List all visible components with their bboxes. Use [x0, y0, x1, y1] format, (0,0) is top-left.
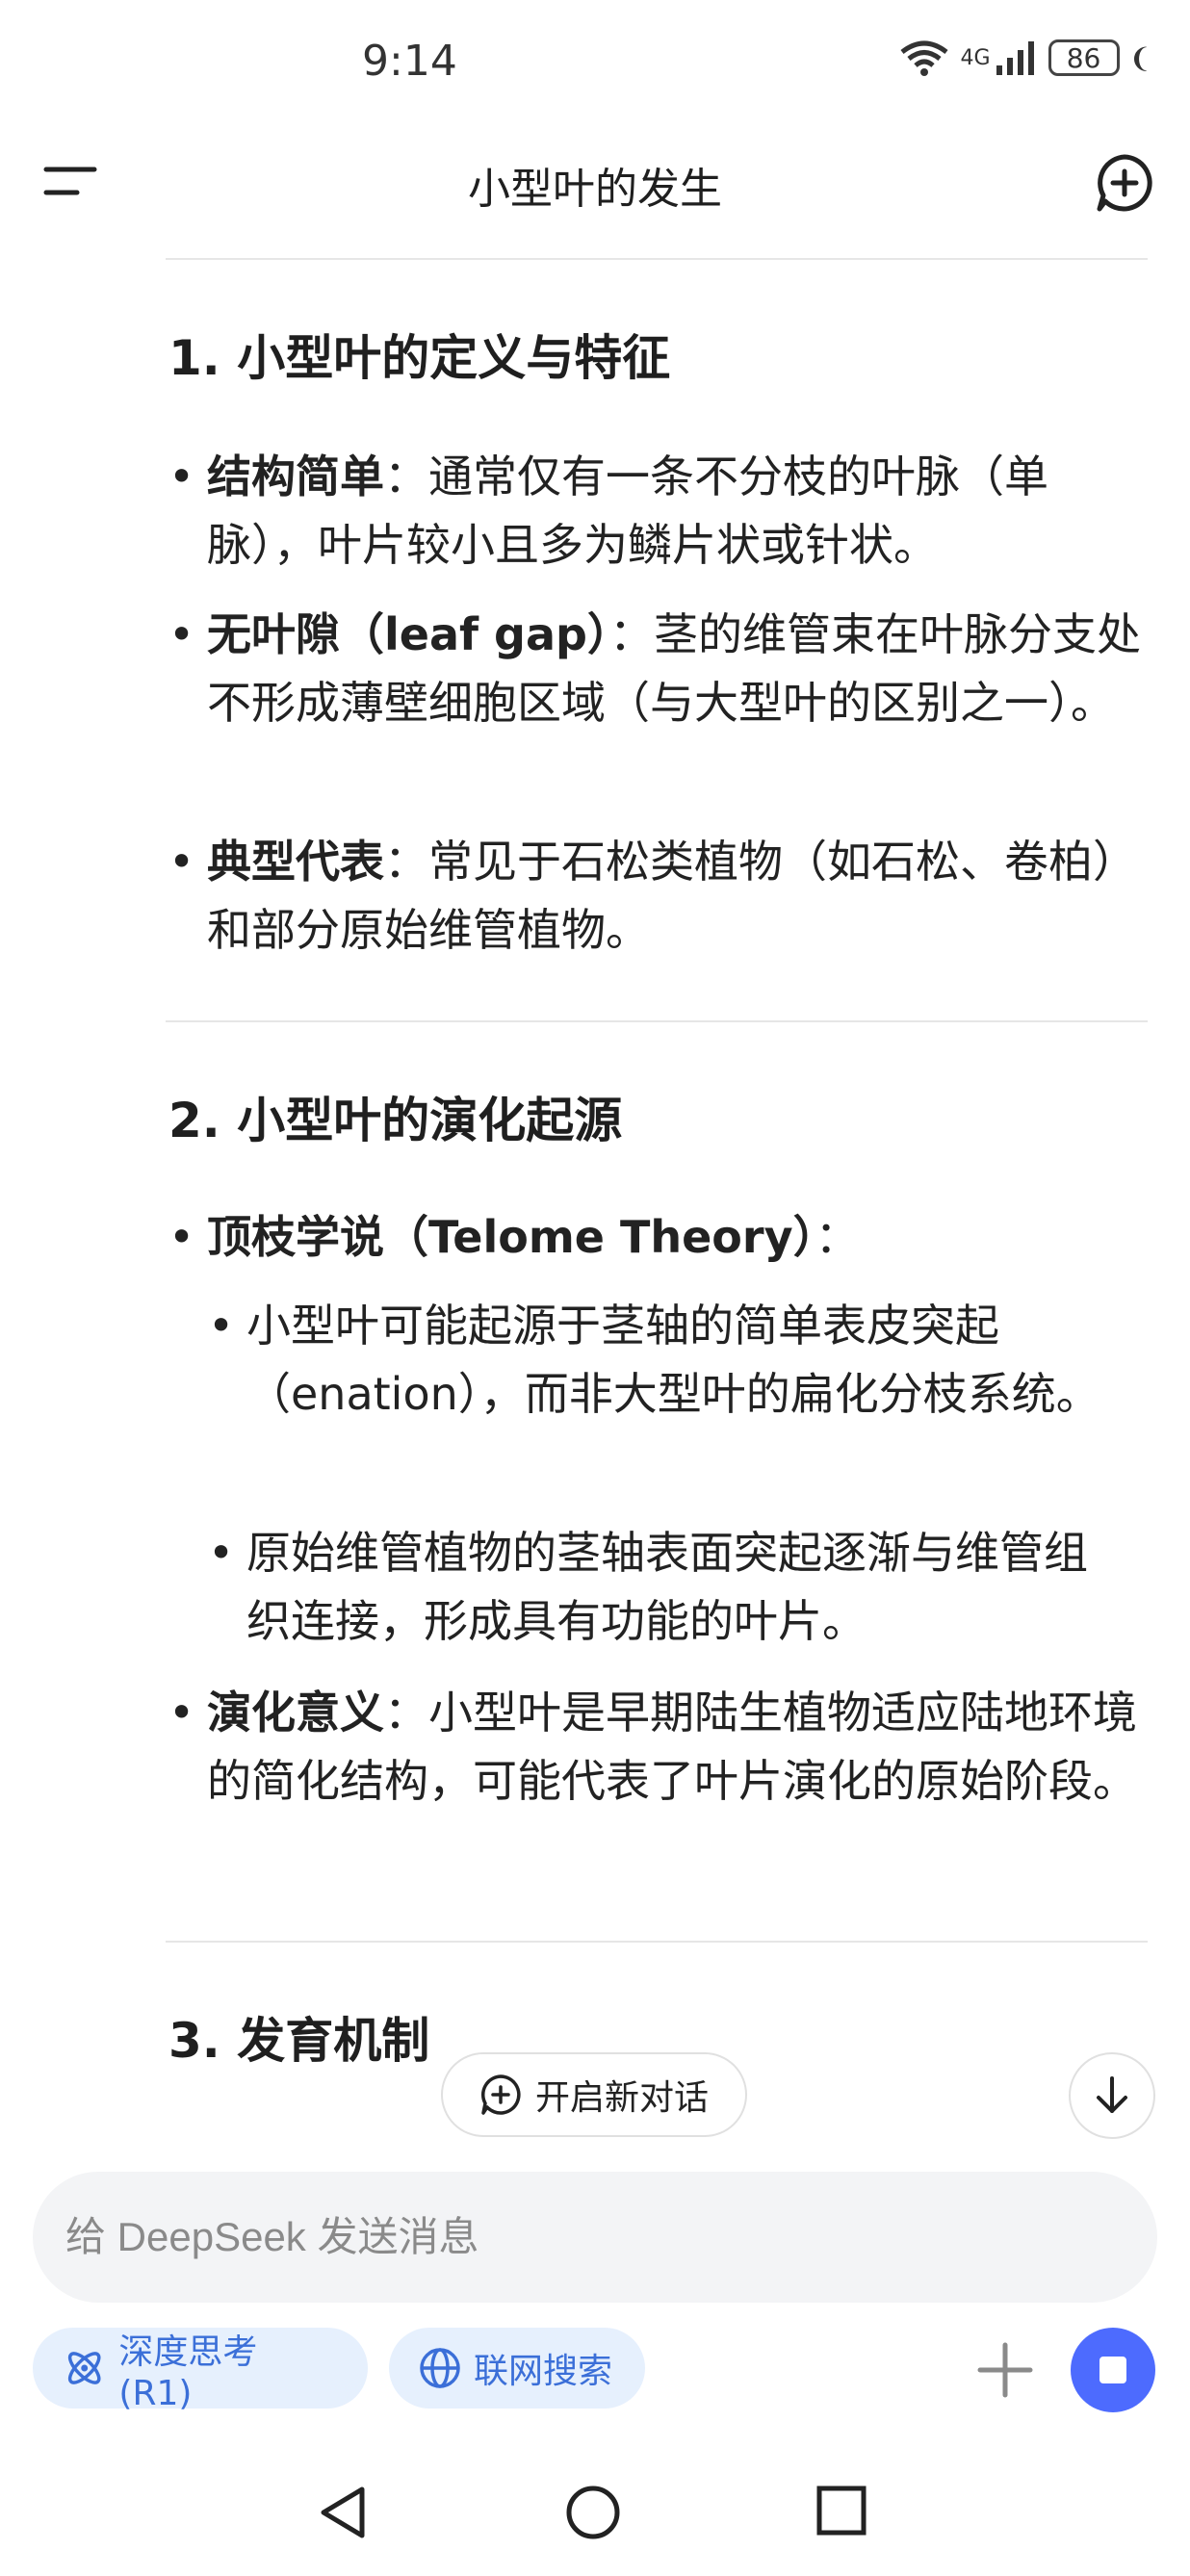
atom-icon: [67, 2352, 101, 2384]
arrow-down-icon: [1097, 2076, 1127, 2113]
list-item: • 结构简单：通常仅有一条不分枝的叶脉（单脉），叶片较小且多为鳞片状或针状。: [168, 443, 1146, 580]
divider: [166, 1941, 1148, 1943]
status-icons: 4G 86 ❨: [898, 39, 1151, 77]
sub-item-text: 小型叶可能起源于茎轴的简单表皮突起（enation），而非大型叶的扁化分枝系统。: [246, 1300, 1100, 1420]
divider: [166, 1020, 1148, 1022]
charging-icon: ❨: [1128, 41, 1151, 74]
deepthink-label: 深度思考 (R1): [118, 2331, 258, 2413]
list-item: • 无叶隙（leaf gap）：茎的维管束在叶脉分支处不形成薄壁细胞区域（与大型…: [168, 601, 1146, 737]
list-item: • 演化意义：小型叶是早期陆生植物适应陆地环境的简化结构，可能代表了叶片演化的原…: [168, 1679, 1146, 1816]
battery-indicator: 86: [1048, 39, 1120, 76]
sub-list-item: • 原始维管植物的茎轴表面突起逐渐与维管组织连接，形成具有功能的叶片。: [208, 1519, 1108, 1656]
sub-item-text: 原始维管植物的茎轴表面突起逐渐与维管组织连接，形成具有功能的叶片。: [246, 1527, 1088, 1647]
page-title: 小型叶的发生: [468, 165, 722, 214]
web-search-label: 联网搜索: [474, 2352, 613, 2391]
deepthink-toggle[interactable]: 深度思考 (R1): [33, 2328, 368, 2413]
item-term: 无叶隙（leaf gap）: [207, 608, 609, 660]
bullet: •: [208, 1300, 235, 1352]
item-term: 结构简单: [207, 451, 384, 502]
new-chat-icon[interactable]: [1094, 152, 1155, 218]
stop-icon: [1099, 2357, 1126, 2383]
bullet: •: [168, 451, 195, 502]
item-term: 演化意义: [207, 1687, 384, 1739]
item-term: 典型代表: [207, 836, 384, 888]
list-item: • 典型代表：常见于石松类植物（如石松、卷柏）和部分原始维管植物。: [168, 828, 1146, 965]
signal-icon: [996, 41, 1034, 75]
scroll-down-button[interactable]: [1069, 2052, 1155, 2139]
new-chat-button[interactable]: 开启新对话: [441, 2052, 747, 2137]
globe-icon: [420, 2348, 460, 2388]
divider: [166, 258, 1148, 260]
section-heading: 1. 小型叶的定义与特征: [168, 330, 671, 386]
back-icon[interactable]: [316, 2484, 370, 2545]
bullet: •: [168, 836, 195, 888]
home-icon[interactable]: [564, 2484, 622, 2545]
bullet: •: [208, 1527, 235, 1579]
sub-list-item: • 小型叶可能起源于茎轴的简单表皮突起（enation），而非大型叶的扁化分枝系…: [208, 1292, 1108, 1429]
message-input[interactable]: [33, 2172, 1157, 2303]
bullet: •: [168, 1687, 195, 1739]
wifi-icon: [900, 40, 949, 76]
network-type: 4G: [960, 45, 991, 70]
recents-icon[interactable]: [815, 2484, 868, 2541]
section-heading: 2. 小型叶的演化起源: [168, 1093, 623, 1148]
chat-plus-icon: [480, 2074, 521, 2115]
section-heading: 3. 发育机制: [168, 2013, 430, 2069]
item-text: ：: [815, 1211, 860, 1263]
item-term: 顶枝学说（Telome Theory）: [207, 1211, 815, 1263]
new-chat-label: 开启新对话: [534, 2078, 709, 2118]
bullet: •: [168, 1211, 195, 1263]
status-time: 9:14: [362, 37, 457, 86]
bullet: •: [168, 608, 195, 660]
list-item: • 顶枝学说（Telome Theory）：: [168, 1203, 1146, 1272]
plus-icon[interactable]: [974, 2339, 1036, 2405]
stop-button[interactable]: [1071, 2328, 1155, 2412]
web-search-toggle[interactable]: 联网搜索: [389, 2328, 645, 2409]
